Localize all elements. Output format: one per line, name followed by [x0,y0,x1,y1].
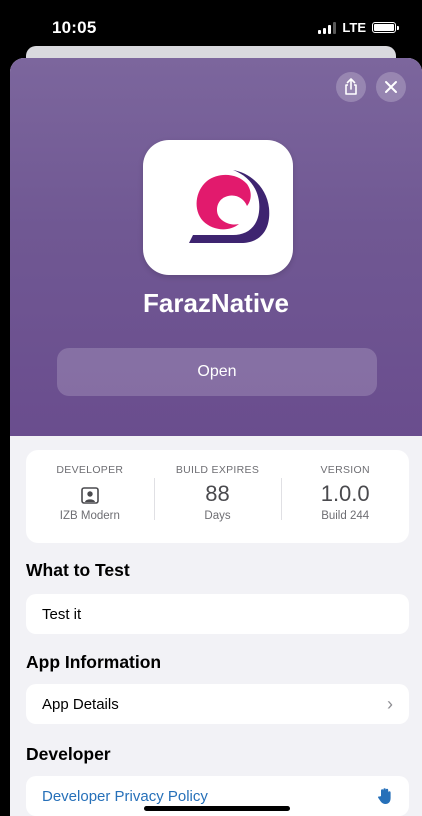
version-info: VERSION 1.0.0 Build 244 [281,450,409,543]
signal-icon [318,21,337,34]
close-button[interactable] [376,72,406,102]
status-indicators: LTE [318,20,399,35]
developer-label: DEVELOPER [56,464,124,476]
open-button[interactable]: Open [57,348,377,396]
version-value: 1.0.0 [320,481,370,506]
build-expires-value: 88 [205,481,230,506]
developer-info: DEVELOPER IZB Modern [26,450,154,543]
app-sheet: FarazNative Open DEVELOPER IZB Modern BU… [10,58,422,816]
app-details-row[interactable]: App Details › [26,684,409,724]
app-header: FarazNative Open [10,58,422,436]
build-expires-info: BUILD EXPIRES 88 Days [153,450,282,543]
version-label: VERSION [320,464,370,476]
hand-icon [378,788,391,804]
developer-section-title: Developer [26,744,111,764]
build-number: Build 244 [321,510,370,522]
what-to-test-text: Test it [26,594,409,634]
app-logo [189,170,270,243]
app-details-label: App Details [42,695,119,713]
home-indicator[interactable] [144,806,290,811]
app-name: FarazNative [143,288,289,318]
app-info-card: DEVELOPER IZB Modern BUILD EXPIRES 88 Da… [26,450,409,543]
build-expires-label: BUILD EXPIRES [175,464,260,476]
close-icon [385,81,397,93]
developer-privacy-policy-link[interactable]: Developer Privacy Policy [42,788,208,805]
share-button[interactable] [336,72,366,102]
status-time: 10:05 [52,18,97,37]
developer-name: IZB Modern [59,510,120,522]
share-icon [345,78,357,95]
app-icon [143,140,293,275]
app-information-title: App Information [26,652,162,672]
status-bar: 10:05 LTE [0,0,422,52]
build-expires-unit: Days [204,510,231,522]
what-to-test-title: What to Test [26,560,130,580]
network-label: LTE [342,20,366,35]
battery-icon [372,22,399,33]
person-icon [81,487,99,504]
chevron-right-icon: › [387,693,393,714]
